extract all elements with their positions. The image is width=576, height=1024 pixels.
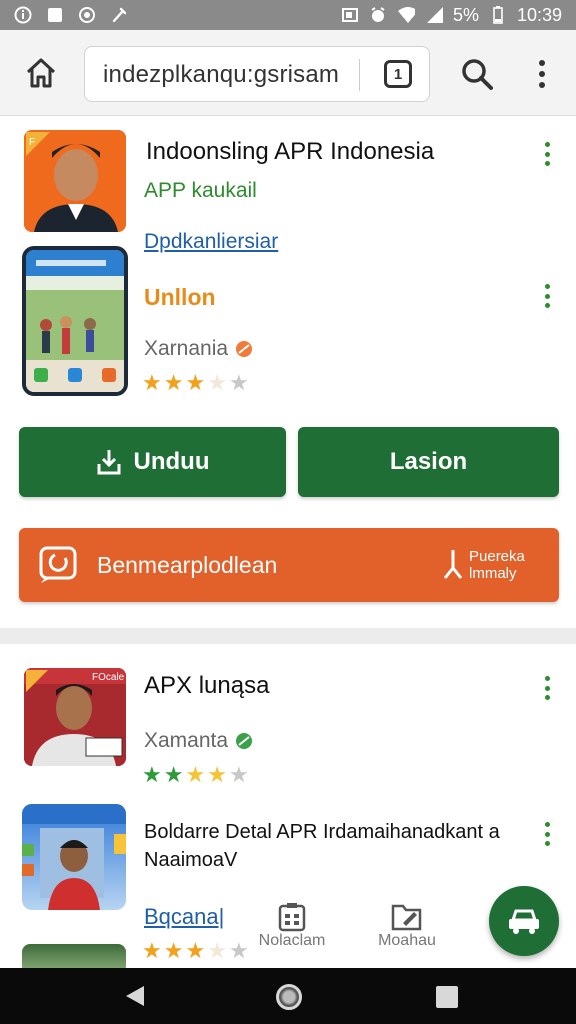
system-nav-bar <box>0 968 576 1024</box>
wifi-icon <box>397 6 415 24</box>
status-bar: 5% 10:39 <box>0 0 576 30</box>
page-content: F Indoonsling APR Indonesia APP kaukail … <box>0 116 576 968</box>
data-saver-icon <box>78 6 96 24</box>
app-title-2[interactable]: APX lunąsa <box>144 672 269 700</box>
category-text-2: Xamanta <box>144 729 229 752</box>
cast-icon <box>341 6 359 24</box>
app-icon-1[interactable]: F <box>24 130 126 232</box>
download-label: Unduu <box>133 448 210 475</box>
person-portrait-icon: FOcale <box>24 668 126 766</box>
app-description-2: Boldarre Detal APR Irdamaihanadkant a Na… <box>144 821 500 871</box>
star-icon: ★ <box>207 762 227 787</box>
vehicle-icon <box>509 909 539 934</box>
rating-stars-3: ★ ★ ★ ★ ★ <box>142 940 249 962</box>
app-screenshot-image <box>22 804 126 910</box>
rating-stars-2: ★ ★ ★ ★ ★ <box>142 764 249 786</box>
app-title-1[interactable]: Indoonsling APR Indonesia <box>146 138 434 166</box>
app-screenshot-1[interactable] <box>22 246 128 396</box>
app-label-1: Unllon <box>144 284 216 310</box>
star-empty-icon: ★ <box>207 370 227 395</box>
tab-nolaclam-label: Nolaclam <box>258 932 326 949</box>
developer-link-2[interactable]: Bqcana| <box>144 904 224 930</box>
edit-folder-icon <box>391 904 422 931</box>
figure-icon <box>443 550 463 579</box>
app-screenshot-3[interactable] <box>22 944 126 968</box>
home-button[interactable] <box>22 54 60 92</box>
app-category-1: Xarnania <box>144 337 254 361</box>
star-icon: ★ <box>185 938 206 963</box>
verified-badge-icon <box>236 733 253 749</box>
download-icon <box>97 450 120 475</box>
app-screenshot-2[interactable] <box>22 804 126 910</box>
person-portrait-icon: F <box>24 130 126 232</box>
clock: 10:39 <box>516 4 562 25</box>
tab-nolaclam[interactable]: Nolaclam <box>252 902 332 950</box>
banner-text: Benmearplodlean <box>97 552 278 578</box>
app-1-more-button[interactable] <box>543 284 551 308</box>
secondary-label: Lasion <box>389 448 468 475</box>
app-category-2: Xamanta <box>144 729 254 753</box>
star-icon: ★ <box>142 370 162 395</box>
star-empty-icon: ★ <box>207 938 227 963</box>
url-separator <box>359 59 360 91</box>
square-icon <box>46 6 64 24</box>
star-empty-icon: ★ <box>228 762 249 787</box>
app-2-menu-button[interactable] <box>543 676 551 700</box>
star-icon: ★ <box>163 762 184 787</box>
icon-banner-text: FOcale <box>92 672 125 683</box>
home-nav-button[interactable] <box>276 984 302 1010</box>
section-divider <box>0 628 576 644</box>
star-icon: ★ <box>142 762 162 787</box>
promo-banner[interactable]: Benmearplodlean Puereka lmmaly <box>19 528 559 602</box>
tab-moahau-label: Moahau <box>378 932 436 949</box>
battery-icon <box>489 6 507 24</box>
star-empty-icon: ★ <box>228 938 249 963</box>
developer-link-1[interactable]: Dpdkanliersiar <box>144 230 278 254</box>
star-icon: ★ <box>142 938 162 963</box>
category-text-1: Xarnania <box>144 337 229 360</box>
verified-badge-icon <box>236 341 253 357</box>
app-1-menu-button[interactable] <box>543 142 551 166</box>
banner-badge-line1: Puereka <box>469 548 525 565</box>
icon-badge-text: F <box>29 137 35 148</box>
tab-moahau[interactable]: Moahau <box>372 902 442 950</box>
alarm-icon <box>369 6 387 24</box>
app-card-1: F Indoonsling APR Indonesia APP kaukail … <box>0 116 576 628</box>
search-button[interactable] <box>459 56 495 92</box>
tab-switcher-button[interactable]: 1 <box>384 60 412 88</box>
star-empty-icon: ★ <box>228 370 249 395</box>
download-button[interactable]: Unduu <box>19 427 286 497</box>
star-icon: ★ <box>185 762 206 787</box>
back-icon[interactable] <box>122 984 146 1008</box>
star-icon: ★ <box>163 370 184 395</box>
browser-toolbar: indezplkanqu:gsrisam 1 <box>0 30 576 116</box>
app-subtitle-1: APP kaukail <box>144 179 257 202</box>
recents-nav-button[interactable] <box>436 986 458 1008</box>
battery-percent: 5% <box>452 4 479 25</box>
app-2-more-button[interactable] <box>543 822 551 846</box>
info-icon <box>14 6 32 24</box>
wrench-icon <box>110 6 128 24</box>
more-vert-icon <box>539 60 545 88</box>
url-text: indezplkanqu:gsrisam <box>103 61 340 88</box>
rating-stars-1: ★ ★ ★ ★ ★ <box>142 372 249 394</box>
calendar-grid-icon <box>278 903 306 932</box>
banner-badge-line2: lmmaly <box>469 565 517 582</box>
search-icon <box>462 59 493 90</box>
address-bar[interactable]: indezplkanqu:gsrisam 1 <box>84 46 430 102</box>
app-screenshot-image <box>26 250 124 392</box>
cart-fab-button[interactable] <box>489 886 559 956</box>
home-icon <box>26 58 56 88</box>
secondary-button[interactable]: Lasion <box>298 427 559 497</box>
signal-icon <box>425 6 443 24</box>
refresh-chat-icon <box>39 546 77 583</box>
overflow-menu-button[interactable] <box>530 58 554 90</box>
app-icon-2[interactable]: FOcale <box>24 668 126 766</box>
star-icon: ★ <box>163 938 184 963</box>
star-half-icon: ★ <box>185 370 206 395</box>
banner-badge: Puereka lmmaly <box>437 546 547 586</box>
